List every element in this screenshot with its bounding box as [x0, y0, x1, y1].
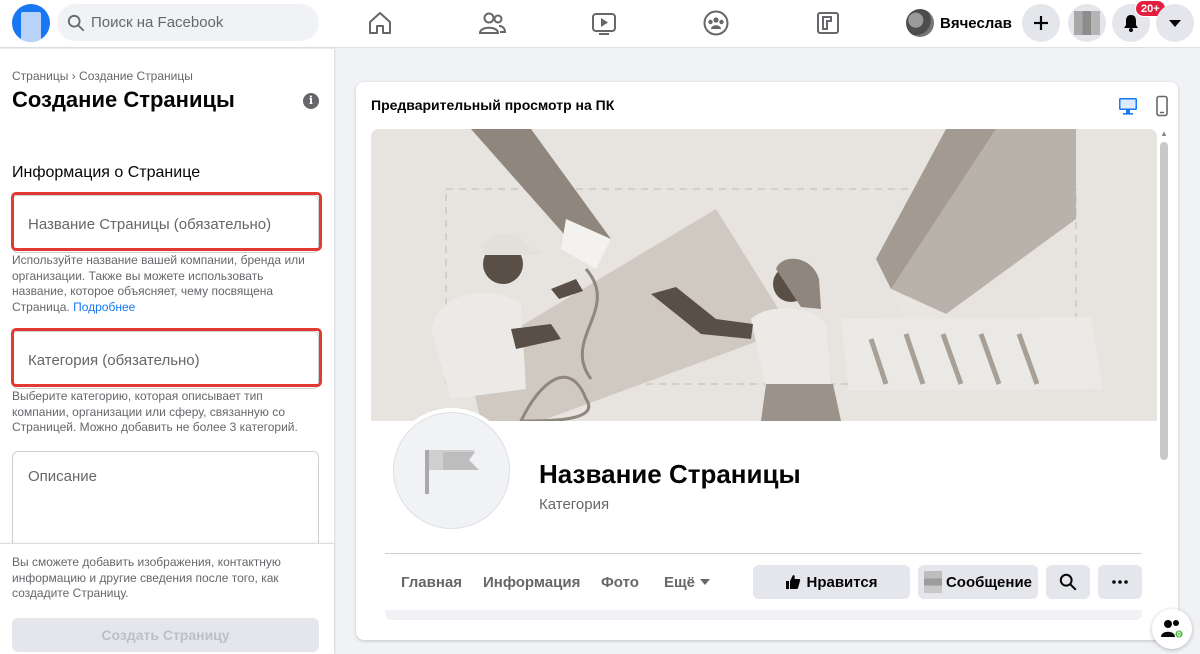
create-page-button[interactable]: Создать Страницу — [12, 618, 319, 652]
svg-text:0: 0 — [1177, 632, 1181, 639]
breadcrumb-current: Создание Страницы — [79, 69, 193, 83]
people-icon: 0 — [1161, 620, 1184, 639]
message-thumbnail — [923, 571, 942, 593]
search-page-button[interactable] — [1046, 565, 1090, 599]
preview-page-category: Категория — [539, 496, 610, 513]
preview-scrollbar[interactable]: ▲ ▼ — [1158, 128, 1170, 634]
category-help: Выберите категорию, которая описывает ти… — [12, 389, 298, 434]
category-field[interactable] — [12, 331, 319, 389]
facebook-logo[interactable] — [12, 4, 50, 42]
messenger-button[interactable] — [1068, 4, 1106, 42]
profile-picture[interactable] — [389, 408, 514, 533]
page-name-help-text: Используйте название вашей компании, бре… — [12, 253, 305, 314]
gaming-icon[interactable] — [814, 9, 842, 37]
tabs-divider — [385, 553, 1142, 554]
desktop-preview-card: Предварительный просмотр на ПК ▲ ▼ — [356, 82, 1178, 640]
description-field[interactable] — [12, 451, 319, 551]
create-button[interactable] — [1022, 4, 1060, 42]
search-icon — [67, 14, 85, 31]
caret-down-icon — [700, 579, 711, 585]
info-icon[interactable]: i — [303, 93, 319, 109]
footer-note: Вы сможете добавить изображения, контакт… — [12, 555, 281, 600]
scroll-up-arrow[interactable]: ▲ — [1159, 130, 1169, 138]
avatar — [906, 9, 934, 37]
search-input[interactable] — [91, 14, 311, 31]
watch-icon[interactable] — [590, 9, 618, 37]
like-button-label: Нравится — [806, 573, 878, 591]
contacts-button[interactable]: 0 — [1152, 609, 1192, 649]
tab-photos[interactable]: Фото — [601, 574, 639, 591]
flag-icon — [424, 449, 479, 494]
home-icon[interactable] — [366, 9, 394, 37]
cover-illustration — [371, 129, 1157, 421]
desktop-icon[interactable] — [1117, 95, 1139, 117]
user-name: Вячеслав — [940, 14, 1012, 32]
breadcrumb-pages-link[interactable]: Страницы — [12, 69, 68, 83]
plus-icon — [1034, 16, 1048, 30]
create-page-sidebar: Страницы › Создание Страницы Создание Ст… — [0, 49, 334, 654]
like-button[interactable]: Нравится — [753, 565, 910, 599]
tab-about[interactable]: Информация — [483, 574, 580, 591]
groups-icon[interactable] — [702, 9, 730, 37]
page-name-field[interactable] — [12, 195, 319, 253]
preview-title: Предварительный просмотр на ПК — [371, 97, 615, 113]
search-icon — [1059, 573, 1077, 591]
breadcrumb: Страницы › Создание Страницы — [12, 69, 193, 83]
tab-more[interactable]: Ещё — [664, 574, 711, 591]
scroll-thumb[interactable] — [1160, 142, 1168, 460]
category-input[interactable] — [13, 332, 318, 388]
page-name-input[interactable] — [13, 196, 318, 252]
learn-more-link[interactable]: Подробнее — [73, 300, 135, 314]
section-title: Информация о Странице — [12, 164, 201, 181]
message-button[interactable]: Сообщение — [918, 565, 1038, 599]
tab-home[interactable]: Главная — [401, 574, 462, 591]
page-name-help: Используйте название вашей компании, бре… — [12, 253, 312, 315]
mobile-icon[interactable] — [1151, 95, 1173, 117]
tab-more-label: Ещё — [664, 574, 696, 591]
caret-down-icon — [1169, 20, 1181, 27]
user-profile-chip[interactable]: Вячеслав — [906, 6, 1012, 40]
breadcrumb-separator: › — [71, 69, 76, 83]
friends-icon[interactable] — [478, 9, 507, 37]
account-menu-button[interactable] — [1156, 4, 1194, 42]
preview-content-strip — [385, 610, 1142, 620]
thumbs-up-icon — [786, 575, 801, 589]
bell-icon — [1124, 15, 1138, 32]
sidebar-footer: Вы сможете добавить изображения, контакт… — [0, 543, 334, 654]
ellipsis-icon — [1112, 580, 1128, 584]
message-button-label: Сообщение — [945, 573, 1033, 591]
description-input[interactable] — [13, 452, 318, 550]
search-box[interactable] — [57, 4, 319, 41]
pixelated-thumbnail — [1074, 11, 1100, 35]
page-title: Создание Страницы — [12, 87, 235, 112]
more-options-button[interactable] — [1098, 565, 1142, 599]
top-navigation-bar: Вячеслав 20+ — [0, 0, 1200, 48]
preview-page-name: Название Страницы — [539, 459, 801, 489]
